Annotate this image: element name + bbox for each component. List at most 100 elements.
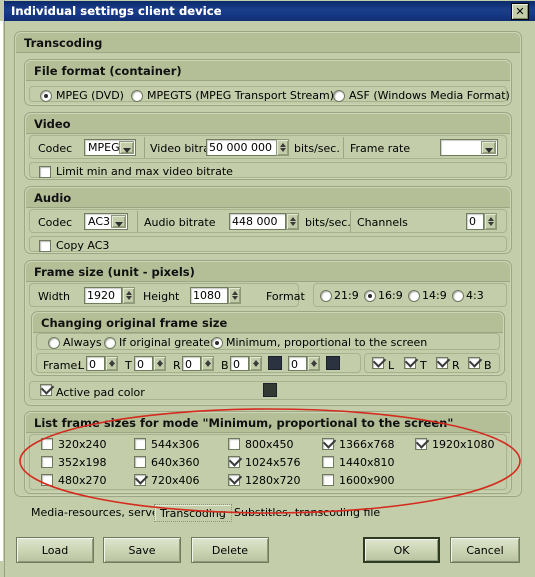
checkbox-side-r[interactable] bbox=[436, 357, 448, 369]
frame-offset-t-spinner[interactable] bbox=[153, 356, 166, 371]
checkbox-352x198-label: 352x198 bbox=[58, 456, 107, 469]
checkbox-1024x576-label: 1024x576 bbox=[245, 456, 301, 469]
radio-format-4-3[interactable] bbox=[452, 290, 464, 302]
radio-mpegts[interactable] bbox=[131, 90, 143, 102]
checkbox-800x450-label: 800x450 bbox=[245, 438, 294, 451]
chevron-down-icon[interactable] bbox=[481, 141, 496, 154]
radio-asf-label: ASF (Windows Media Format) bbox=[349, 89, 510, 102]
frame-width-label: Width bbox=[38, 290, 70, 303]
radio-mpeg-dvd-label: MPEG (DVD) bbox=[56, 89, 124, 102]
checkbox-1440x810-label: 1440x810 bbox=[339, 456, 395, 469]
checkbox-copy-ac3[interactable] bbox=[39, 240, 51, 252]
checkbox-1600x900[interactable] bbox=[322, 474, 334, 486]
checkbox-side-t[interactable] bbox=[404, 357, 416, 369]
frame-color-swatch-1[interactable] bbox=[268, 356, 282, 370]
frame-offset-b-label: B bbox=[221, 359, 229, 372]
cancel-button[interactable]: Cancel bbox=[450, 537, 520, 563]
checkbox-1920x1080[interactable] bbox=[415, 438, 427, 450]
frame-height-spinner[interactable] bbox=[228, 287, 241, 304]
checkbox-1280x720[interactable] bbox=[228, 474, 240, 486]
video-divider-1 bbox=[144, 137, 145, 158]
tab-transcoding[interactable]: Transcoding bbox=[154, 504, 232, 522]
radio-mode-if-greater[interactable] bbox=[104, 337, 116, 349]
radio-mode-minimum[interactable] bbox=[211, 337, 223, 349]
audio-codec-combo[interactable]: AC3 bbox=[84, 213, 128, 230]
radio-format-16-9[interactable] bbox=[364, 290, 376, 302]
audio-divider-2 bbox=[350, 211, 351, 232]
frame-offset-t-input[interactable]: 0 bbox=[134, 356, 153, 371]
frame-offset-b-spinner[interactable] bbox=[249, 356, 262, 371]
frame-pad-spinner[interactable] bbox=[307, 356, 320, 371]
radio-format-14-9[interactable] bbox=[408, 290, 420, 302]
checkbox-544x306[interactable] bbox=[134, 438, 146, 450]
save-button[interactable]: Save bbox=[103, 537, 181, 563]
checkbox-1600x900-label: 1600x900 bbox=[339, 474, 395, 487]
audio-channels-input[interactable]: 0 bbox=[466, 213, 484, 230]
audio-codec-label: Codec bbox=[38, 216, 73, 229]
frame-offset-b-input[interactable]: 0 bbox=[230, 356, 249, 371]
checkbox-480x270[interactable] bbox=[41, 474, 53, 486]
frame-height-input[interactable]: 1080 bbox=[190, 287, 228, 304]
audio-divider-1 bbox=[137, 211, 138, 232]
checkbox-1024x576[interactable] bbox=[228, 456, 240, 468]
radio-format-14-9-label: 14:9 bbox=[422, 289, 447, 302]
checkbox-1440x810[interactable] bbox=[322, 456, 334, 468]
frame-color-swatch-2[interactable] bbox=[326, 356, 340, 370]
checkbox-320x240[interactable] bbox=[41, 438, 53, 450]
frame-width-spinner[interactable] bbox=[122, 287, 135, 304]
ok-button[interactable]: OK bbox=[363, 537, 440, 563]
video-bitrate-input[interactable]: 50 000 000 bbox=[206, 139, 280, 156]
tab-media-resources-server[interactable]: Media-resources, server bbox=[26, 504, 168, 522]
radio-format-4-3-label: 4:3 bbox=[466, 289, 484, 302]
checkbox-side-b[interactable] bbox=[468, 357, 480, 369]
close-icon[interactable]: ✕ bbox=[511, 3, 529, 20]
file-format-caption: File format (container) bbox=[26, 61, 510, 81]
checkbox-480x270-label: 480x270 bbox=[58, 474, 107, 487]
video-codec-combo[interactable]: MPEG2 bbox=[84, 139, 136, 156]
frame-height-label: Height bbox=[143, 290, 180, 303]
frame-offset-r-spinner[interactable] bbox=[201, 356, 214, 371]
checkbox-720x406[interactable] bbox=[134, 474, 146, 486]
video-divider-2 bbox=[343, 137, 344, 158]
chevron-down-icon[interactable] bbox=[111, 215, 126, 228]
radio-mode-always[interactable] bbox=[48, 337, 60, 349]
changing-frame-size-caption: Changing original frame size bbox=[33, 313, 503, 333]
video-framerate-combo[interactable] bbox=[440, 139, 498, 156]
checkbox-side-l[interactable] bbox=[372, 357, 384, 369]
frame-offset-r-label: R bbox=[173, 359, 181, 372]
video-bitrate-spinner[interactable] bbox=[276, 139, 289, 156]
checkbox-640x360-label: 640x360 bbox=[151, 456, 200, 469]
window-title: Individual settings client device bbox=[11, 4, 222, 18]
frame-offset-t-label: T bbox=[125, 359, 132, 372]
video-codec-label: Codec bbox=[38, 142, 73, 155]
delete-button[interactable]: Delete bbox=[191, 537, 269, 563]
frame-offset-r-input[interactable]: 0 bbox=[182, 356, 201, 371]
load-button[interactable]: Load bbox=[16, 537, 94, 563]
transcoding-caption: Transcoding bbox=[16, 33, 520, 53]
audio-bitrate-spinner[interactable] bbox=[286, 213, 299, 230]
frame-offset-l-input[interactable]: 0 bbox=[86, 356, 105, 371]
audio-bitrate-input[interactable]: 448 000 bbox=[229, 213, 286, 230]
audio-channels-spinner[interactable] bbox=[484, 213, 497, 230]
audio-channels-label: Channels bbox=[357, 216, 408, 229]
radio-mpeg-dvd[interactable] bbox=[40, 90, 52, 102]
radio-asf[interactable] bbox=[333, 90, 345, 102]
tab-substitles-transcoding-file[interactable]: Substitles, transcoding file bbox=[229, 504, 385, 522]
active-pad-color-swatch[interactable] bbox=[263, 383, 277, 397]
checkbox-544x306-label: 544x306 bbox=[151, 438, 200, 451]
checkbox-1366x768[interactable] bbox=[322, 438, 334, 450]
checkbox-side-l-label: L bbox=[388, 359, 395, 372]
checkbox-640x360[interactable] bbox=[134, 456, 146, 468]
checkbox-352x198[interactable] bbox=[41, 456, 53, 468]
checkbox-800x450[interactable] bbox=[228, 438, 240, 450]
checkbox-1366x768-label: 1366x768 bbox=[339, 438, 395, 451]
radio-format-21-9[interactable] bbox=[320, 290, 332, 302]
frame-width-input[interactable]: 1920 bbox=[84, 287, 122, 304]
frame-pad-input[interactable]: 0 bbox=[288, 356, 307, 371]
checkbox-limit-bitrate-label: Limit min and max video bitrate bbox=[56, 165, 233, 178]
checkbox-active-pad-color[interactable] bbox=[40, 384, 52, 396]
checkbox-1920x1080-label: 1920x1080 bbox=[432, 438, 495, 451]
chevron-down-icon[interactable] bbox=[119, 141, 134, 154]
checkbox-limit-bitrate[interactable] bbox=[39, 166, 51, 178]
frame-offset-l-spinner[interactable] bbox=[105, 356, 118, 371]
